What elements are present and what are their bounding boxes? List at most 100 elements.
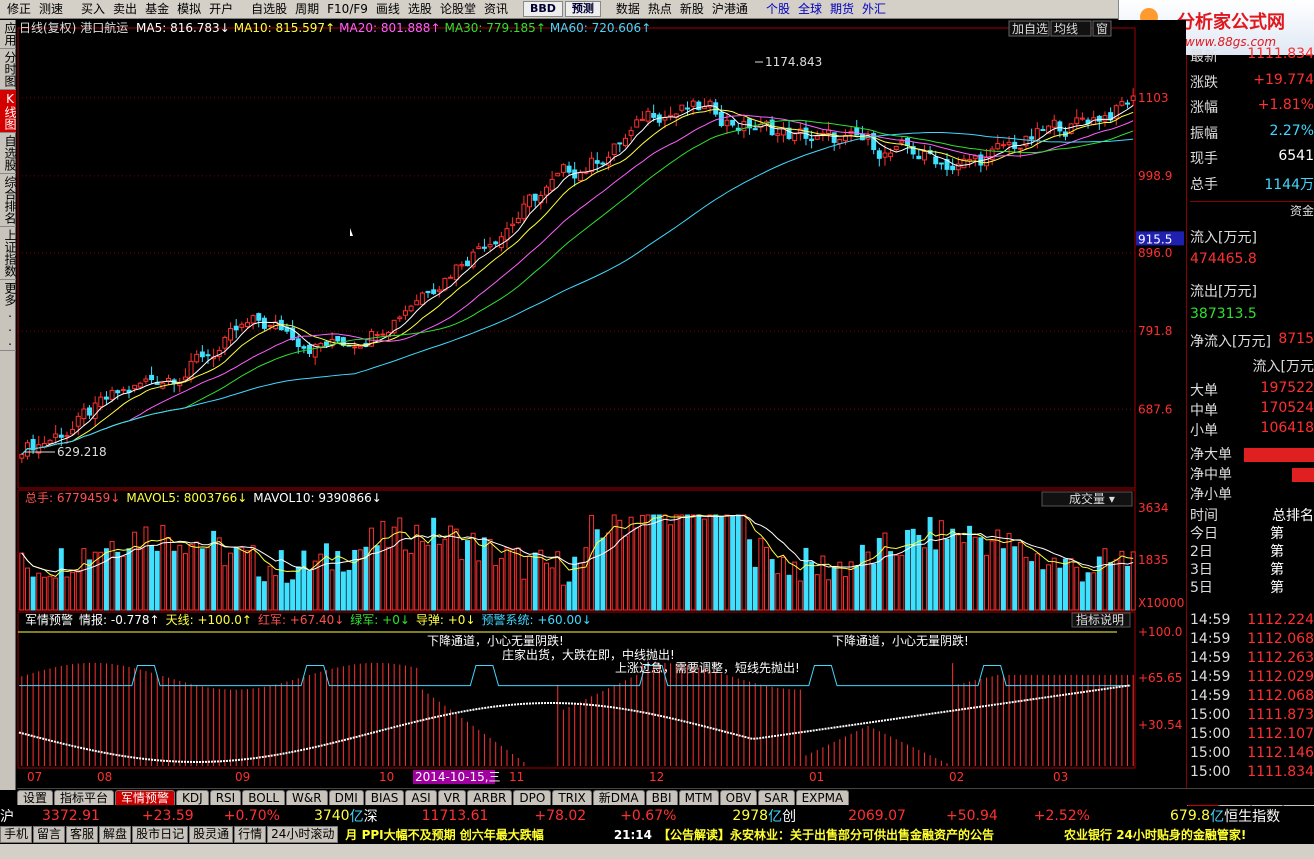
indicator-tab[interactable]: OBV	[719, 790, 758, 805]
tick-row: 15:00 1112.107	[1190, 726, 1314, 742]
sidebar-tab[interactable]: 更多...	[0, 280, 17, 351]
candle-body	[267, 325, 273, 328]
candle-body	[357, 345, 363, 349]
toolbar-item[interactable]: BBD	[522, 1, 563, 17]
rank-row: 3日 第	[1190, 559, 1314, 579]
toolbar-item[interactable]: 热点	[645, 0, 675, 18]
toolbar-item[interactable]: 个股	[763, 0, 793, 18]
toolbar-item[interactable]: 修正	[4, 0, 34, 18]
volume-bar	[752, 566, 758, 611]
sidebar-tab[interactable]: 应用	[0, 20, 17, 49]
indicator-tab[interactable]: BOLL	[242, 790, 286, 805]
toolbar-item[interactable]: 自选股	[248, 0, 290, 18]
indicator-tab[interactable]: W&R	[286, 790, 328, 805]
indicator-tab[interactable]: 指标平台	[54, 790, 115, 805]
candle-body	[617, 142, 623, 145]
news-button[interactable]: 股灵通	[189, 826, 234, 843]
sidebar-tab[interactable]: 自选股	[0, 133, 17, 174]
volume-bar	[933, 549, 939, 611]
volume-bar	[448, 525, 454, 611]
volume-bar	[690, 514, 696, 611]
news-button[interactable]: 客服	[66, 826, 99, 843]
indicator-tab[interactable]: BIAS	[364, 790, 405, 805]
volume-bar	[730, 515, 736, 611]
candle-body	[481, 246, 487, 249]
toolbar-item[interactable]: 买入	[78, 0, 108, 18]
sidebar-tab[interactable]: 综合排名	[0, 174, 17, 227]
news-button[interactable]: 手机	[0, 826, 33, 843]
top-toolbar: 修正 测速 买入 卖出 基金 模拟 开户 自选股 周期 F10/F9 画线 选股 论股堂 资讯 BBD 预测数…	[0, 0, 1314, 19]
tick-row: 14:59 1112.029	[1190, 669, 1314, 685]
toolbar-item[interactable]: 论股堂	[437, 0, 479, 18]
toolbar-item[interactable]: 资讯	[481, 0, 511, 18]
toolbar-item[interactable]: 数据	[613, 0, 643, 18]
indicator-tab[interactable]: SAR	[758, 790, 795, 805]
price-axis-label: 998.9	[1138, 169, 1172, 183]
date-cursor-label: 2014-10-15,三	[415, 770, 501, 784]
volume-bar	[741, 514, 747, 611]
volume-bar	[583, 547, 589, 611]
toolbar-item[interactable]: 选股	[405, 0, 435, 18]
toolbar-item[interactable]: 预测	[564, 1, 601, 17]
toolbar-item[interactable]: 卖出	[110, 0, 140, 18]
volume-bar	[228, 552, 234, 611]
indicator-tab[interactable]: 设置	[17, 790, 54, 805]
chart-area[interactable]: 日线(复权) 港口航运 MA5: 816.783↓ MA10: 815.597↑ M…	[17, 20, 1186, 788]
toolbar-item[interactable]: 开户	[206, 0, 236, 18]
outflow-row-label: 流出[万元]	[1190, 284, 1257, 300]
indicator-tab[interactable]: BBI	[645, 790, 678, 805]
news-button[interactable]: 留言	[33, 826, 66, 843]
toolbar-item[interactable]: 全球	[795, 0, 825, 18]
indicator-tab[interactable]: 军情预警	[115, 790, 176, 805]
toolbar-item[interactable]: 画线	[373, 0, 403, 18]
news-item-1[interactable]: 月 PPI大幅不及预期 创六年最大跌幅	[345, 826, 543, 843]
volume-bar	[566, 581, 572, 611]
candle-body	[504, 228, 510, 241]
candle-body	[1102, 115, 1108, 122]
volume-bar	[1068, 558, 1074, 611]
toolbar-item[interactable]: 模拟	[174, 0, 204, 18]
toolbar-item[interactable]: 新股	[677, 0, 707, 18]
volume-bar	[380, 520, 386, 611]
indicator-tab[interactable]: DPO	[513, 790, 552, 805]
toolbar-item[interactable]: 期货	[827, 0, 857, 18]
news-item-2[interactable]: 【公告解读】永安林业：关于出售部分可供出售金融资产的公告	[658, 826, 994, 843]
news-button[interactable]: 行情	[234, 826, 267, 843]
quote-row: 涨幅 +1.81%	[1190, 97, 1314, 117]
news-button[interactable]: 解盘	[99, 826, 132, 843]
news-item-3[interactable]: 农业银行 24小时贴身的金融管家!	[1064, 826, 1246, 843]
toolbar-item[interactable]: 周期	[292, 0, 322, 18]
indicator-tab[interactable]: EXPMA	[795, 790, 850, 805]
indicator-tab[interactable]: DMI	[328, 790, 364, 805]
tick-row: 14:59 1112.263	[1190, 650, 1314, 666]
indicator-tab[interactable]: RSI	[209, 790, 242, 805]
candle-body	[64, 435, 70, 438]
toolbar-item[interactable]: F10/F9	[324, 0, 371, 18]
indicator-tab[interactable]: KDJ	[176, 790, 209, 805]
toolbar-item[interactable]: 基金	[142, 0, 172, 18]
volume-bar	[504, 547, 510, 611]
inflow2-header: 流入[万元	[1252, 359, 1314, 375]
indicator-tab[interactable]: TRIX	[552, 790, 592, 805]
toolbar-item[interactable]: 外汇	[859, 0, 889, 18]
news-button[interactable]: 24小时滚动	[267, 826, 339, 843]
indicator-tab[interactable]: 新DMA	[592, 790, 645, 805]
volume-bar	[425, 544, 431, 611]
volume-bar	[831, 566, 837, 611]
sidebar-tab[interactable]: 上证指数	[0, 227, 17, 280]
indicator-tab[interactable]: MTM	[678, 790, 719, 805]
sidebar-tab[interactable]: 分时图	[0, 49, 17, 90]
tick-row: 15:00 1112.146	[1190, 745, 1314, 761]
indicator-tab[interactable]: ARBR	[467, 790, 513, 805]
toolbar-item[interactable]: 测速	[36, 0, 66, 18]
indicator-tab[interactable]: VR	[437, 790, 467, 805]
volume-bar	[487, 538, 493, 611]
news-button[interactable]: 股市日记	[132, 826, 189, 843]
indicator-tab[interactable]: ASI	[405, 790, 437, 805]
volume-bar	[1029, 561, 1035, 611]
cy-index: 2069.07	[848, 807, 906, 824]
tick-row-label: 15:00	[1190, 726, 1231, 742]
toolbar-item[interactable]: 沪港通	[709, 0, 751, 18]
sidebar-tab[interactable]: K线图	[0, 90, 17, 133]
candle-body	[380, 333, 386, 336]
